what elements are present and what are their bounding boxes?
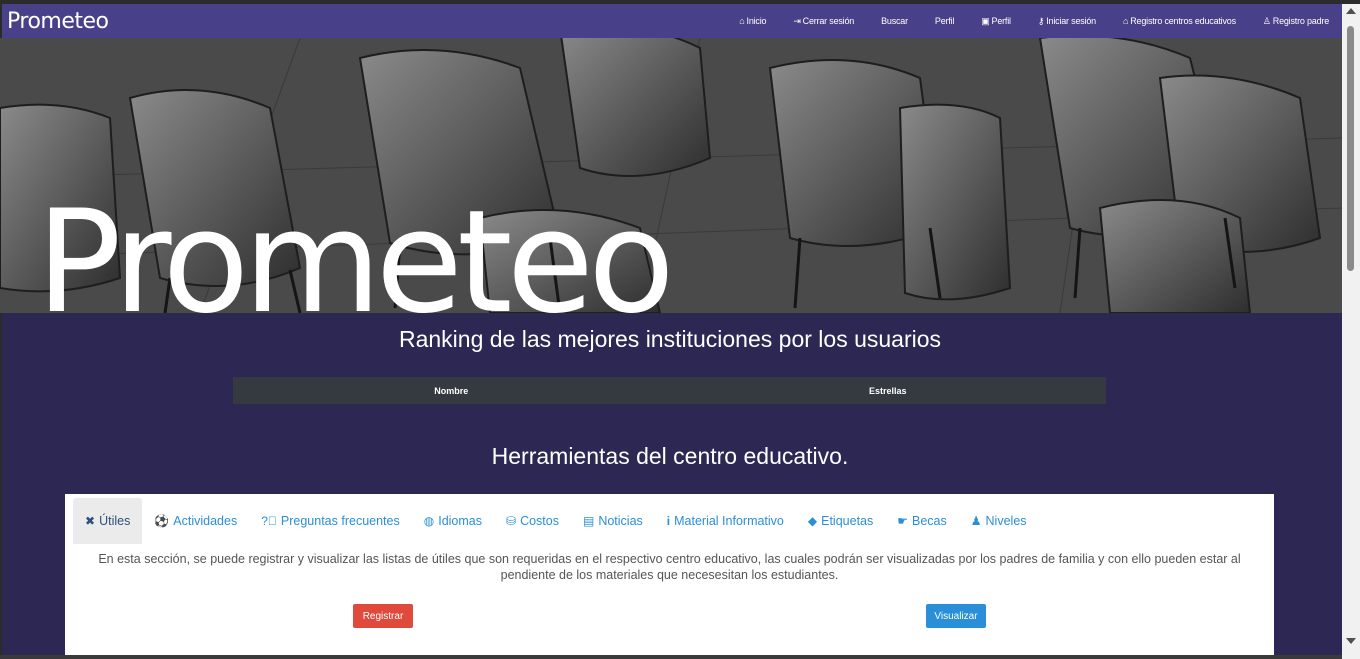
ranking-heading: Ranking de las mejores instituciones por…: [398, 326, 942, 352]
sign-out-icon: ⇥: [793, 15, 801, 26]
school-icon: ⌂: [1122, 16, 1129, 26]
question-circle-icon: ?⃝: [261, 514, 277, 528]
info-icon: i: [666, 514, 671, 528]
coins-icon: ⛁: [506, 514, 517, 528]
nav-link-inicio[interactable]: ⌂ Inicio: [739, 16, 766, 26]
view-button[interactable]: Visualizar: [926, 604, 986, 628]
tab-becas[interactable]: ☛ Becas: [885, 498, 959, 544]
nav-link-label: Perfil: [934, 16, 955, 26]
tab-etiquetas[interactable]: ◆ Etiquetas: [796, 498, 885, 544]
column-header-estrellas: Estrellas: [868, 385, 907, 396]
tools-card: ✖ Útiles ⚽ Actividades ?⃝ Preguntas frec…: [65, 494, 1274, 659]
soccer-ball-icon: ⚽: [154, 514, 170, 528]
tools-icon: ✖: [85, 514, 96, 528]
tab-utiles[interactable]: ✖ Útiles: [73, 498, 143, 544]
nav-link-perfil-2[interactable]: ▣ Perfil: [981, 16, 1011, 27]
nav-link-label: Perfil: [991, 16, 1012, 26]
tab-description: En esta sección, se puede registrar y vi…: [98, 552, 1241, 582]
tab-noticias[interactable]: ▤ Noticias: [571, 498, 655, 544]
nav-link-label: Inicio: [746, 16, 767, 26]
hero-title: Prometeo: [36, 180, 675, 314]
tab-idiomas[interactable]: ◍ Idiomas: [412, 498, 494, 544]
tab-actividades[interactable]: ⚽ Actividades: [142, 498, 249, 544]
nav-link-perfil[interactable]: Perfil: [934, 16, 955, 26]
hero-banner: Prometeo: [0, 38, 1342, 313]
tab-costos[interactable]: ⛁ Costos: [494, 498, 571, 544]
scroll-up-arrow-icon[interactable]: [1346, 8, 1356, 14]
nav-link-label: Registro padre: [1272, 16, 1329, 26]
hand-holding-money-icon: ☛: [897, 514, 909, 528]
register-button[interactable]: Registrar: [353, 604, 413, 628]
nav-links: ⌂ Inicio ⇥ Cerrar sesión Buscar Perfil ▣…: [712, 16, 1342, 27]
tools-heading: Herramientas del centro educativo.: [491, 443, 849, 469]
tab-label: Costos: [520, 514, 559, 528]
tab-label: Material Informativo: [674, 514, 784, 528]
tab-label: Útiles: [99, 514, 131, 528]
globe-icon: ◍: [423, 514, 435, 528]
key-icon: ⚷: [1037, 15, 1045, 26]
ranking-table-header: Nombre Estrellas: [233, 377, 1106, 404]
tags-icon: ◆: [807, 514, 818, 528]
id-card-icon: ▣: [981, 15, 990, 26]
tab-label: Preguntas frecuentes: [280, 514, 400, 528]
home-icon: ⌂: [739, 16, 745, 26]
tools-tabs: ✖ Útiles ⚽ Actividades ?⃝ Preguntas frec…: [73, 498, 1039, 544]
nav-link-buscar[interactable]: Buscar: [881, 16, 908, 26]
nav-link-label: Buscar: [881, 16, 908, 26]
nav-link-label: Cerrar sesión: [802, 16, 855, 26]
nav-link-registro-padre[interactable]: ♙ Registro padre: [1263, 16, 1329, 27]
scroll-down-arrow-icon[interactable]: [1346, 638, 1356, 644]
window-bottom-edge: [0, 655, 1342, 659]
nav-link-cerrar-sesion[interactable]: ⇥ Cerrar sesión: [793, 16, 854, 27]
tab-label: Noticias: [598, 514, 643, 528]
tab-preguntas-frecuentes[interactable]: ?⃝ Preguntas frecuentes: [249, 498, 412, 544]
navbar: Prometeo ⌂ Inicio ⇥ Cerrar sesión Buscar…: [2, 4, 1342, 38]
page-scrollbar[interactable]: [1342, 4, 1360, 659]
brand-logo[interactable]: Prometeo: [7, 9, 109, 34]
tab-niveles[interactable]: ♟ Niveles: [959, 498, 1039, 544]
user-icon: ♙: [1262, 15, 1271, 26]
column-header-nombre: Nombre: [434, 385, 469, 396]
scrollbar-thumb[interactable]: [1347, 26, 1354, 271]
child-icon: ♟: [970, 514, 982, 528]
tab-label: Idiomas: [438, 514, 482, 528]
nav-link-registro-centros[interactable]: ⌂ Registro centros educativos: [1123, 16, 1236, 26]
tab-label: Niveles: [985, 514, 1027, 528]
newspaper-icon: ▤: [582, 514, 595, 528]
nav-link-label: Iniciar sesión: [1046, 16, 1096, 26]
tab-label: Becas: [912, 514, 947, 528]
nav-link-label: Registro centros educativos: [1130, 16, 1236, 26]
tab-label: Etiquetas: [821, 514, 874, 528]
tab-material-informativo[interactable]: i Material Informativo: [655, 498, 796, 544]
nav-link-iniciar-sesion[interactable]: ⚷ Iniciar sesión: [1038, 16, 1096, 27]
tab-label: Actividades: [173, 514, 238, 528]
